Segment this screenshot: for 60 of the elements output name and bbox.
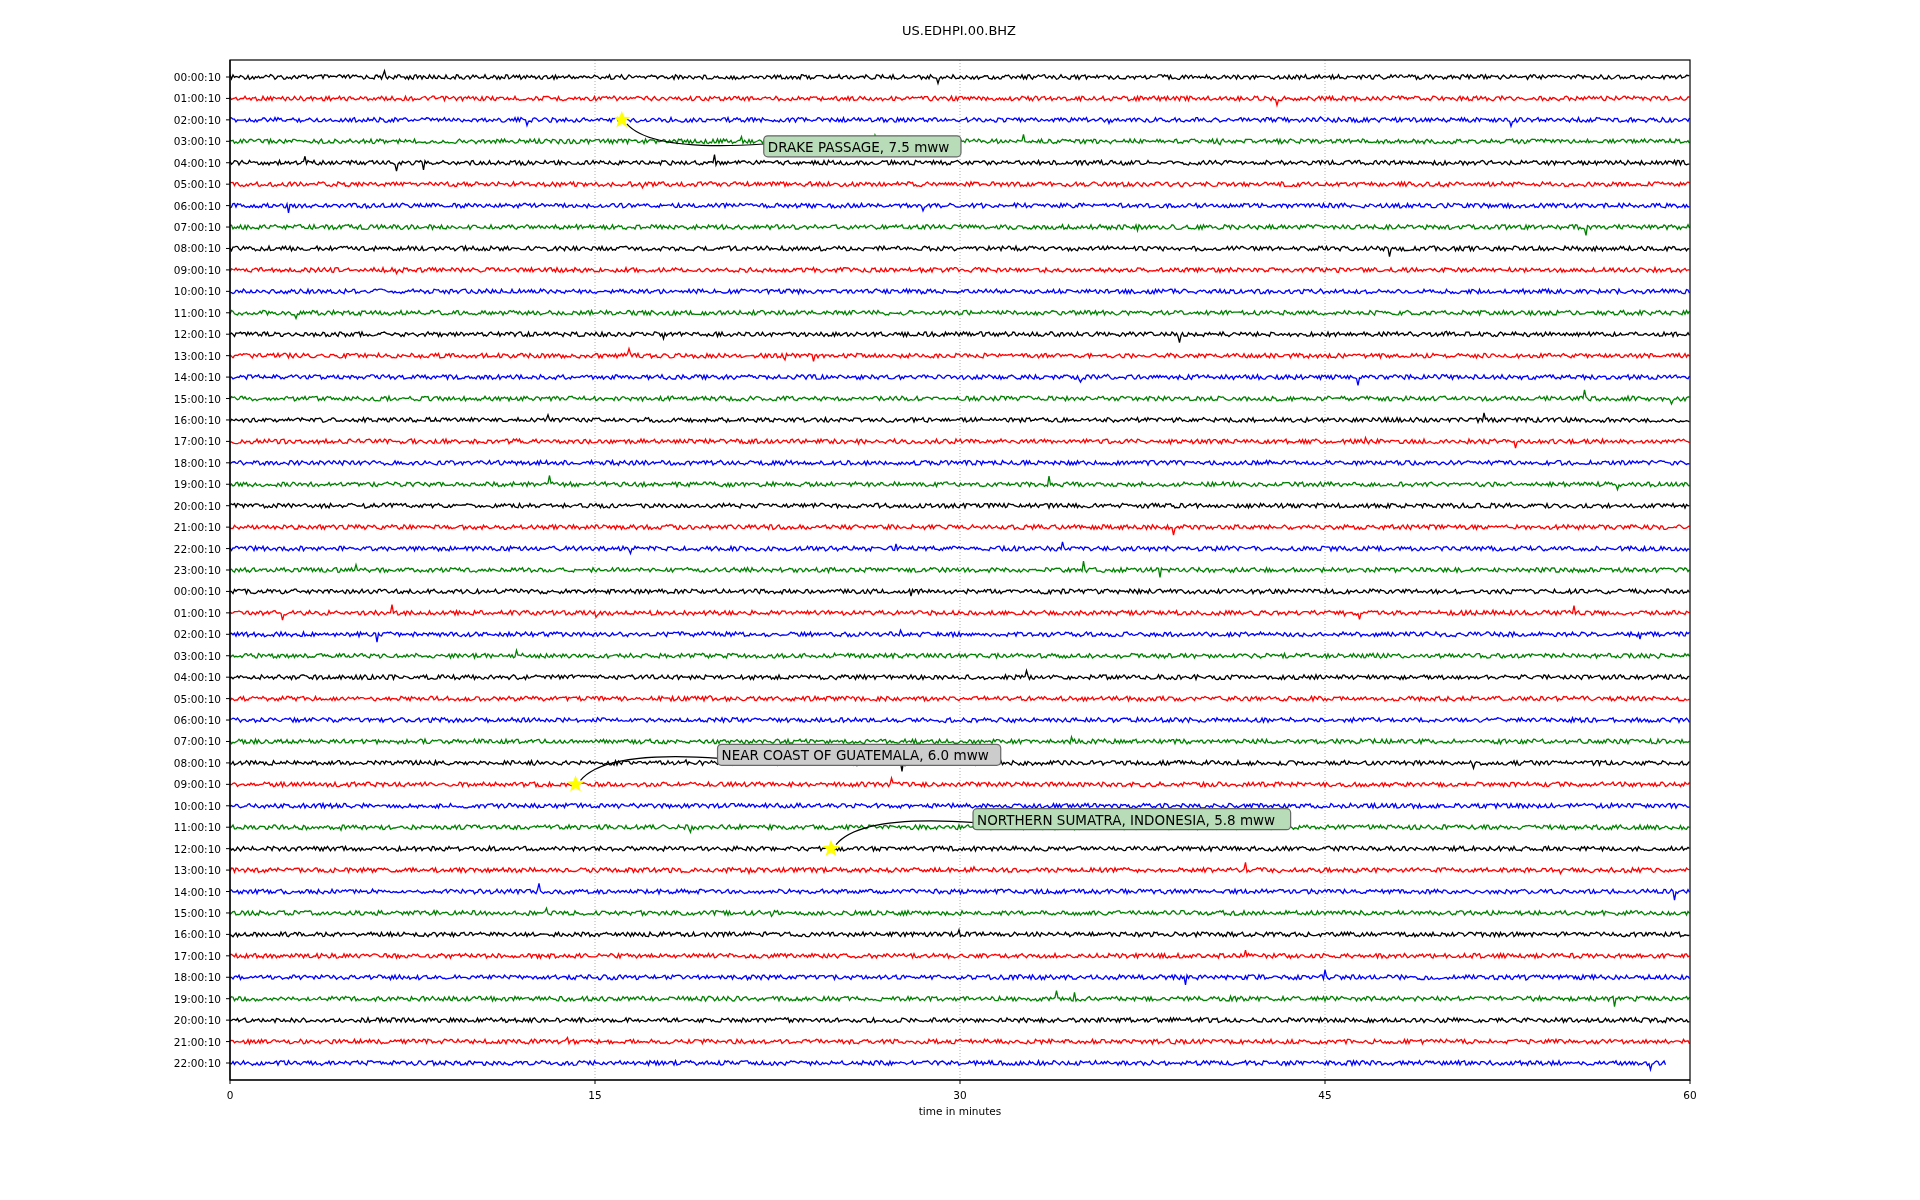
row-time-label: 03:00:10 xyxy=(173,649,221,662)
row-time-label: 07:00:10 xyxy=(173,735,221,748)
row-time-label: 17:00:10 xyxy=(173,949,221,962)
row-time-label: 23:00:10 xyxy=(173,564,221,576)
row-time-label: 17:00:10 xyxy=(173,435,221,448)
star-marker xyxy=(822,839,840,856)
row-time-label: 16:00:10 xyxy=(173,413,221,426)
row-time-label: 19:00:10 xyxy=(173,478,221,491)
row-time-label: 20:00:10 xyxy=(173,499,221,512)
x-tick-label: 30 xyxy=(953,1089,967,1101)
row-time-label: 00:00:10 xyxy=(173,71,221,83)
x-tick-label: 45 xyxy=(1318,1089,1332,1101)
row-time-label: 22:00:10 xyxy=(173,1057,221,1069)
row-time-label: 20:00:10 xyxy=(173,1014,221,1027)
row-time-label: 01:00:10 xyxy=(173,92,221,105)
row-time-label: 16:00:10 xyxy=(173,928,221,941)
row-time-label: 22:00:10 xyxy=(173,542,221,555)
row-time-label: 14:00:10 xyxy=(173,885,221,898)
row-time-label: 10:00:10 xyxy=(173,285,221,298)
row-time-label: 13:00:10 xyxy=(173,864,221,877)
row-time-label: 08:00:10 xyxy=(173,756,221,769)
x-axis-label: time in minutes xyxy=(918,1105,1002,1117)
event-label: NEAR COAST OF GUATEMALA, 6.0 mww xyxy=(716,743,1002,766)
row-time-label: 09:00:10 xyxy=(173,778,221,791)
row-time-label: 09:00:10 xyxy=(173,263,221,276)
row-time-label: 06:00:10 xyxy=(173,714,221,727)
row-time-label: 01:00:10 xyxy=(173,606,221,619)
row-time-label: 05:00:10 xyxy=(173,178,221,191)
star-marker xyxy=(567,775,585,792)
row-time-label: 14:00:10 xyxy=(173,371,221,384)
row-time-label: 04:00:10 xyxy=(173,156,221,169)
row-time-label: 12:00:10 xyxy=(173,842,221,855)
plot-title: US.EDHPI.00.BHZ xyxy=(902,23,1016,38)
star-marker xyxy=(613,110,631,128)
row-time-label: 18:00:10 xyxy=(173,971,221,984)
row-time-label: 02:00:10 xyxy=(173,628,221,641)
row-time-label: 18:00:10 xyxy=(173,456,221,469)
row-time-label: 11:00:10 xyxy=(173,306,221,319)
row-time-label: 21:00:10 xyxy=(173,521,221,534)
x-tick-label: 15 xyxy=(588,1089,602,1101)
row-time-label: 06:00:10 xyxy=(173,199,221,212)
row-time-label: 10:00:10 xyxy=(173,799,221,812)
row-time-label: 08:00:10 xyxy=(173,242,221,255)
row-time-label: 00:00:10 xyxy=(173,585,221,598)
row-time-label: 19:00:10 xyxy=(173,992,221,1005)
x-tick-label: 60 xyxy=(1683,1089,1697,1101)
row-time-label: 03:00:10 xyxy=(173,135,221,148)
event-label: DRAKE PASSAGE, 7.5 mww xyxy=(763,135,962,158)
row-time-label: 11:00:10 xyxy=(173,821,221,834)
row-time-label: 21:00:10 xyxy=(173,1035,221,1048)
event-label: NORTHERN SUMATRA, INDONESIA, 5.8 mww xyxy=(972,808,1292,831)
row-time-label: 15:00:10 xyxy=(173,906,221,919)
row-time-label: 13:00:10 xyxy=(173,349,221,362)
row-time-label: 12:00:10 xyxy=(173,328,221,341)
row-time-label: 04:00:10 xyxy=(173,671,221,684)
row-time-label: 15:00:10 xyxy=(173,392,221,405)
x-tick-label: 0 xyxy=(226,1089,234,1101)
row-time-label: 02:00:10 xyxy=(173,113,221,126)
row-time-label: 05:00:10 xyxy=(173,692,221,705)
row-time-label: 07:00:10 xyxy=(173,221,221,234)
